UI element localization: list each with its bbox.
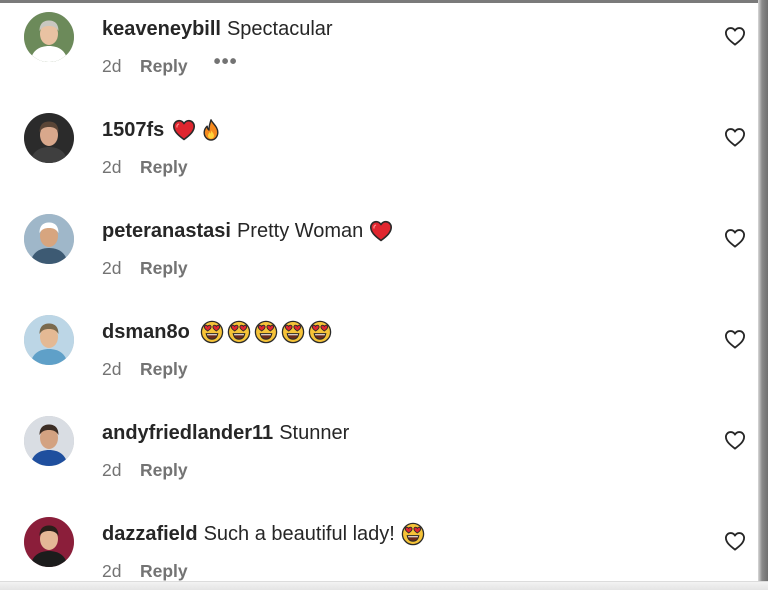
comment-item: dazzafield Such a beautiful lady! 2d Rep… (0, 507, 758, 607)
heart-outline-icon (724, 329, 746, 349)
reply-button[interactable]: Reply (140, 559, 188, 583)
reply-button[interactable]: Reply (140, 155, 188, 179)
like-button[interactable] (724, 127, 746, 147)
heart-outline-icon (724, 127, 746, 147)
comment-meta: 2d Reply (102, 357, 188, 381)
reply-button[interactable]: Reply (140, 256, 188, 280)
comment-timestamp: 2d (102, 561, 122, 581)
comment-username[interactable]: dsman8o (102, 319, 190, 345)
more-options-button[interactable]: ••• (214, 52, 238, 72)
comment-timestamp: 2d (102, 56, 122, 76)
comment-text: Stunner (279, 422, 350, 444)
comment-timestamp: 2d (102, 359, 122, 379)
comment-emojis (200, 320, 332, 344)
window-right-edge (758, 0, 768, 590)
comment-username[interactable]: 1507fs (102, 117, 164, 143)
comment-body: 1507fs (102, 117, 223, 143)
comment-emojis (369, 219, 393, 243)
comment-meta: 2d Reply (102, 458, 188, 482)
comment-body: andyfriedlander11 Stunner (102, 420, 349, 446)
heart-eyes-emoji-icon (200, 320, 224, 344)
comment-text: Spectacular (226, 18, 333, 40)
reply-button[interactable]: Reply (140, 54, 188, 78)
red-heart-emoji-icon (172, 118, 196, 142)
like-button[interactable] (724, 531, 746, 551)
user-avatar[interactable] (24, 113, 74, 163)
red-heart-emoji-icon (369, 219, 393, 243)
reply-button[interactable]: Reply (140, 357, 188, 381)
heart-eyes-emoji-icon (281, 320, 305, 344)
comment-timestamp: 2d (102, 258, 122, 278)
reply-button[interactable]: Reply (140, 458, 188, 482)
comment-item: peteranastasi Pretty Woman 2d Reply (0, 204, 758, 304)
user-avatar[interactable] (24, 12, 74, 62)
fire-emoji-icon (199, 118, 223, 142)
window-bottom-edge (0, 581, 768, 590)
comment-meta: 2d Reply ••• (102, 52, 238, 78)
comment-text: Such a beautiful lady! (203, 523, 395, 545)
heart-eyes-emoji-icon (254, 320, 278, 344)
comment-meta: 2d Reply (102, 155, 188, 179)
comment-body: peteranastasi Pretty Woman (102, 218, 393, 244)
like-button[interactable] (724, 26, 746, 46)
comment-timestamp: 2d (102, 460, 122, 480)
comment-meta: 2d Reply (102, 559, 188, 583)
comment-meta: 2d Reply (102, 256, 188, 280)
comment-item: keaveneybill Spectacular 2d Reply ••• (0, 2, 758, 102)
user-avatar[interactable] (24, 416, 74, 466)
comment-body: dazzafield Such a beautiful lady! (102, 521, 425, 547)
user-avatar[interactable] (24, 315, 74, 365)
like-button[interactable] (724, 430, 746, 450)
heart-outline-icon (724, 26, 746, 46)
user-avatar[interactable] (24, 214, 74, 264)
comment-text: Pretty Woman (236, 220, 364, 242)
comment-item: 1507fs 2d Reply (0, 103, 758, 203)
heart-eyes-emoji-icon (401, 522, 425, 546)
comment-username[interactable]: keaveneybill (102, 16, 221, 42)
heart-outline-icon (724, 531, 746, 551)
like-button[interactable] (724, 228, 746, 248)
user-avatar[interactable] (24, 517, 74, 567)
like-button[interactable] (724, 329, 746, 349)
comment-username[interactable]: peteranastasi (102, 218, 231, 244)
comment-item: dsman8o 2d Reply (0, 305, 758, 405)
comment-emojis (401, 522, 425, 546)
comment-item: andyfriedlander11 Stunner 2d Reply (0, 406, 758, 506)
heart-outline-icon (724, 430, 746, 450)
comment-username[interactable]: andyfriedlander11 (102, 420, 273, 446)
comment-emojis (172, 118, 223, 142)
heart-outline-icon (724, 228, 746, 248)
heart-eyes-emoji-icon (227, 320, 251, 344)
comment-timestamp: 2d (102, 157, 122, 177)
heart-eyes-emoji-icon (308, 320, 332, 344)
comment-username[interactable]: dazzafield (102, 521, 198, 547)
comment-body: keaveneybill Spectacular (102, 16, 333, 42)
comment-body: dsman8o (102, 319, 332, 345)
